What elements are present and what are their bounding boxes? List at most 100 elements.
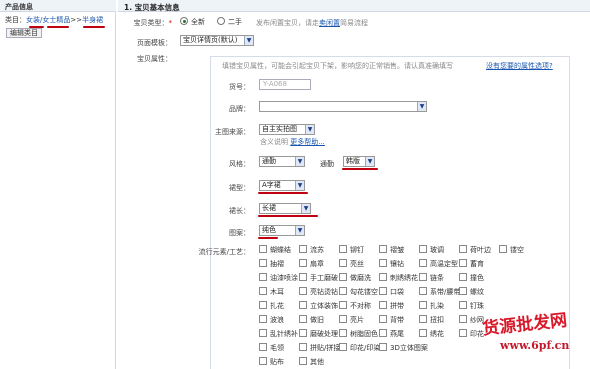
trend-checkbox[interactable] xyxy=(339,301,347,309)
category-breadcrumb: 类目：女装/女士精品>>半身裙 xyxy=(5,16,115,25)
trend-checkbox[interactable] xyxy=(299,259,307,267)
trend-checkbox[interactable] xyxy=(379,287,387,295)
trend-checkbox[interactable] xyxy=(419,301,427,309)
trend-checkbox[interactable] xyxy=(259,329,267,337)
more-help-link[interactable]: 更多帮助... xyxy=(290,138,325,146)
skirt-cut-select[interactable]: A字裙 ▼ xyxy=(259,180,305,191)
trend-checkbox[interactable] xyxy=(259,343,267,351)
item-no-input[interactable]: Y-A068 xyxy=(259,79,311,90)
trend-checkbox[interactable] xyxy=(299,273,307,281)
trend-checkbox[interactable] xyxy=(499,245,507,253)
photo-source-select[interactable]: 自主实拍图 ▼ xyxy=(259,124,315,135)
style-sub-label: 通勤 xyxy=(320,160,334,168)
trend-checkbox[interactable] xyxy=(299,315,307,323)
trend-checkbox[interactable] xyxy=(459,259,467,267)
pattern-select[interactable]: 纯色 ▼ xyxy=(259,225,305,236)
trend-checkbox-label: 高温定型 xyxy=(430,260,458,268)
chevron-down-icon: ▼ xyxy=(295,226,304,235)
trend-checkbox[interactable] xyxy=(459,315,467,323)
annot-underline xyxy=(83,26,105,28)
trend-checkbox-label: 抽褶 xyxy=(270,260,284,268)
trend-checkbox-label: 拼贴/拼接 xyxy=(310,344,341,352)
trend-checkbox[interactable] xyxy=(379,315,387,323)
trend-checkbox[interactable] xyxy=(339,245,347,253)
trend-checkbox[interactable] xyxy=(419,273,427,281)
trend-checkbox[interactable] xyxy=(299,343,307,351)
trend-checkbox-label: 刺绣绣花 xyxy=(390,274,418,282)
category-link-skirt[interactable]: 半身裙 xyxy=(82,16,103,24)
trend-checkbox[interactable] xyxy=(459,329,467,337)
trend-checkbox[interactable] xyxy=(459,245,467,253)
section-title: 1. 宝贝基本信息 xyxy=(118,0,590,12)
trend-checkbox[interactable] xyxy=(459,287,467,295)
annot-underline xyxy=(258,215,318,217)
trend-checkbox[interactable] xyxy=(259,245,267,253)
annot-underline xyxy=(258,237,278,239)
edit-category-button[interactable]: 编辑类目 xyxy=(6,28,42,38)
missing-attr-link[interactable]: 没有您要的属性选项? xyxy=(486,61,553,71)
trends-label: 流行元素/工艺： xyxy=(198,248,250,256)
trend-checkbox[interactable] xyxy=(419,245,427,253)
sell-idle-link[interactable]: 卖闲置 xyxy=(319,19,340,27)
trend-checkbox[interactable] xyxy=(459,301,467,309)
trend-checkbox[interactable] xyxy=(339,315,347,323)
trend-checkbox[interactable] xyxy=(299,301,307,309)
watermark-url: www.6pf.cn xyxy=(500,339,570,352)
trend-checkbox[interactable] xyxy=(339,287,347,295)
attributes-hint: 填错宝贝属性，可能会引起宝贝下架，影响您的正常销售。请认真准确填写 xyxy=(222,62,453,70)
trend-checkbox[interactable] xyxy=(339,343,347,351)
trend-checkbox[interactable] xyxy=(459,273,467,281)
trend-checkbox[interactable] xyxy=(419,315,427,323)
trend-checkbox[interactable] xyxy=(259,357,267,365)
trend-checkbox[interactable] xyxy=(339,259,347,267)
trend-checkbox[interactable] xyxy=(379,343,387,351)
trend-checkbox-label: 扇章 xyxy=(310,260,324,268)
trend-checkbox[interactable] xyxy=(339,329,347,337)
trend-checkbox[interactable] xyxy=(259,273,267,281)
trend-checkbox[interactable] xyxy=(379,329,387,337)
annot-underline xyxy=(342,168,378,170)
left-sidebar xyxy=(0,0,116,369)
chevron-down-icon: ▼ xyxy=(305,125,314,134)
style-sub-select[interactable]: 韩版 ▼ xyxy=(343,156,375,167)
style-label: 风格： xyxy=(229,160,250,168)
trend-checkbox[interactable] xyxy=(259,315,267,323)
brand-select[interactable]: ▼ xyxy=(259,101,427,112)
radio-new[interactable] xyxy=(180,17,188,25)
trend-checkbox[interactable] xyxy=(379,301,387,309)
trend-checkbox-label: 不对称 xyxy=(350,302,371,310)
trend-checkbox-label: 钉珠 xyxy=(470,302,484,310)
brand-label: 品牌： xyxy=(229,105,250,113)
trend-checkbox[interactable] xyxy=(299,329,307,337)
trend-checkbox[interactable] xyxy=(299,357,307,365)
trend-checkbox[interactable] xyxy=(379,273,387,281)
trend-checkbox[interactable] xyxy=(259,259,267,267)
category-link-women[interactable]: 女装/女士精品 xyxy=(26,16,70,24)
trend-checkbox[interactable] xyxy=(379,245,387,253)
trend-checkbox[interactable] xyxy=(419,287,427,295)
trend-checkbox[interactable] xyxy=(259,301,267,309)
radio-used-label: 二手 xyxy=(228,18,242,26)
skirt-length-select[interactable]: 长裙 ▼ xyxy=(259,203,311,214)
template-select[interactable]: 宝贝详情页(默认) ▼ xyxy=(180,35,254,46)
trend-checkbox-label: 其他 xyxy=(310,358,324,366)
radio-used[interactable] xyxy=(217,17,225,25)
trend-checkbox-label: 油漆喷涂 xyxy=(270,274,298,282)
trend-checkbox[interactable] xyxy=(299,245,307,253)
trend-checkbox[interactable] xyxy=(259,287,267,295)
trend-checkbox-label: 贴布 xyxy=(270,358,284,366)
trend-checkbox[interactable] xyxy=(419,259,427,267)
template-label: 页面模板： xyxy=(137,39,172,47)
trend-checkbox[interactable] xyxy=(299,287,307,295)
trend-checkbox[interactable] xyxy=(339,273,347,281)
style-select[interactable]: 通勤 ▼ xyxy=(259,156,305,167)
trend-checkbox-label: 荷叶边 xyxy=(470,246,491,254)
category-prefix: 类目： xyxy=(5,16,26,24)
attributes-label: 宝贝属性： xyxy=(137,55,172,63)
trend-checkbox-label: 波浪 xyxy=(270,316,284,324)
trend-checkbox[interactable] xyxy=(419,329,427,337)
pattern-label: 图案： xyxy=(229,229,250,237)
trend-checkbox[interactable] xyxy=(379,259,387,267)
trend-checkbox-label: 亮片 xyxy=(350,316,364,324)
annot-underline xyxy=(47,26,69,28)
